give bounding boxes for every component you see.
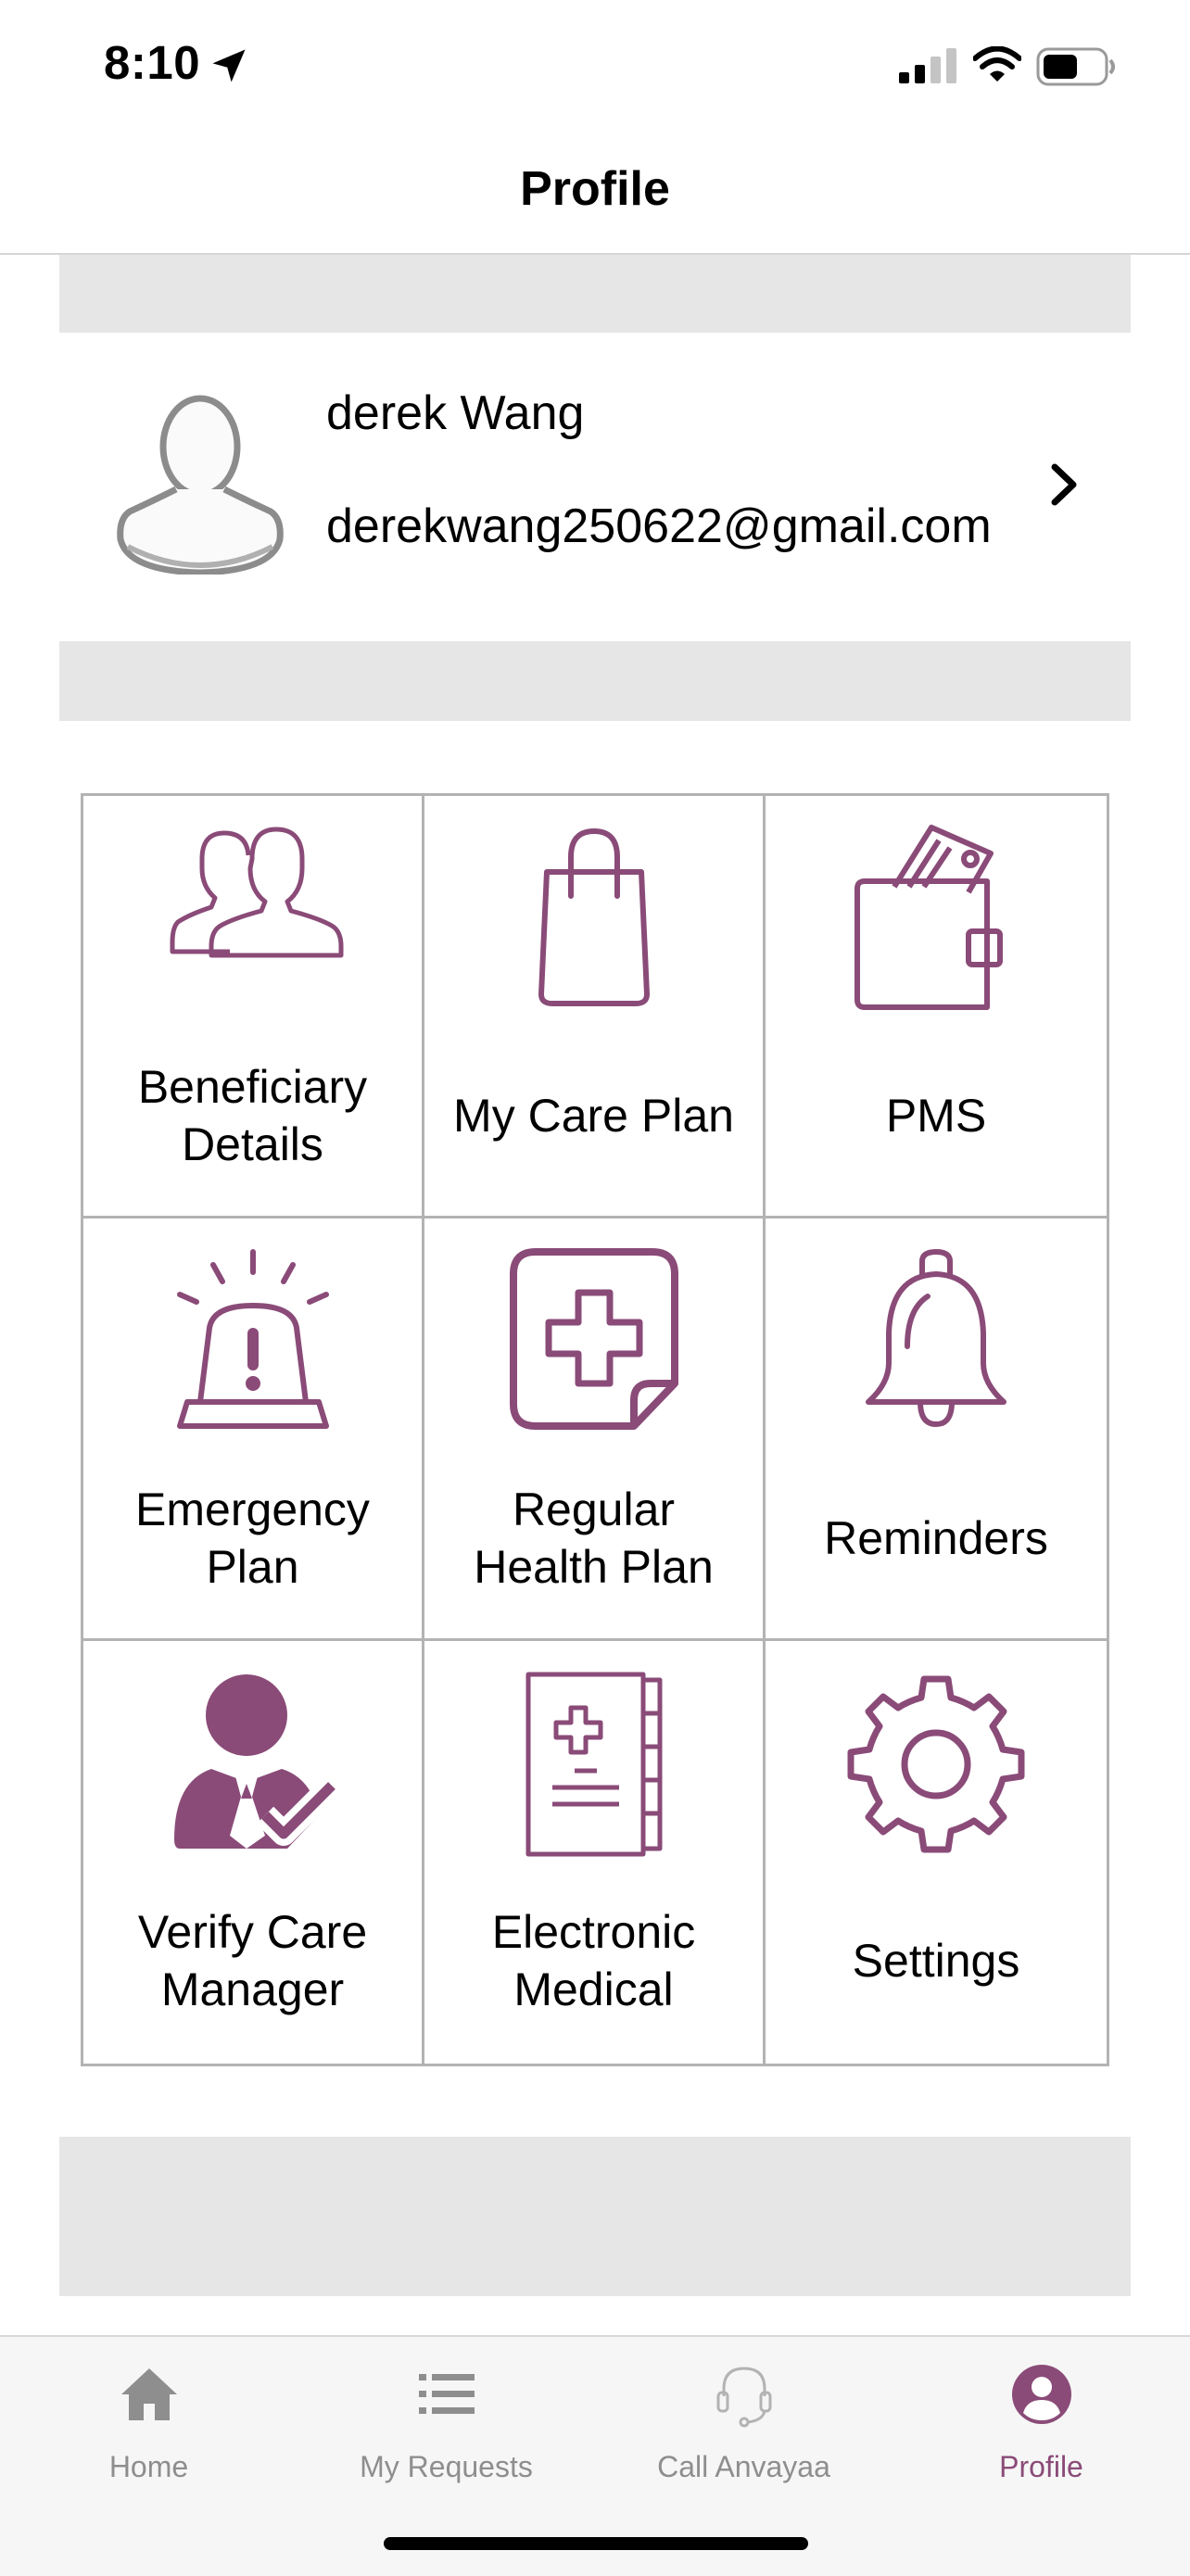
profile-icon <box>1011 2365 1071 2424</box>
chevron-right-icon[interactable] <box>1047 461 1081 508</box>
user-silhouette-icon <box>117 395 284 575</box>
tile-label: Settings <box>852 1935 1020 1987</box>
tile-label: Electronic Medical <box>491 1906 696 2015</box>
tile-label: PMS <box>885 1090 987 1142</box>
tile-settings[interactable]: Settings <box>766 1641 1107 2064</box>
tile-label: Beneficiary Details <box>137 1061 368 1170</box>
user-name: derek Wang <box>326 386 585 440</box>
tab-my-requests[interactable]: My Requests <box>298 2337 595 2513</box>
tile-my-care-plan[interactable]: My Care Plan <box>424 796 766 1219</box>
tab-profile[interactable]: Profile <box>892 2337 1190 2513</box>
section-separator <box>59 255 1131 333</box>
wallet-icon <box>855 825 1003 1010</box>
tile-label: Regular Health Plan <box>474 1484 714 1593</box>
siren-icon <box>176 1249 329 1429</box>
beneficiary-icon <box>170 827 343 958</box>
list-icon <box>418 2374 475 2414</box>
tile-reminders[interactable]: Reminders <box>766 1219 1107 1641</box>
status-bar: 8:10 <box>0 0 1190 130</box>
verified-manager-icon <box>173 1674 340 1849</box>
feature-grid: Beneficiary Details My Care Plan PMS Eme… <box>81 793 1109 2066</box>
headset-icon <box>716 2367 771 2428</box>
tile-beneficiary-details[interactable]: Beneficiary Details <box>83 796 424 1219</box>
nav-header: Profile <box>0 130 1190 255</box>
medical-plus-note-icon <box>509 1248 678 1430</box>
location-arrow-icon <box>212 49 246 82</box>
battery-icon <box>1036 47 1115 86</box>
tile-regular-health-plan[interactable]: Regular Health Plan <box>424 1219 766 1641</box>
tab-home[interactable]: Home <box>0 2337 298 2513</box>
status-time: 8:10 <box>104 36 201 89</box>
medical-record-book-icon <box>525 1672 662 1857</box>
tile-emergency-plan[interactable]: Emergency Plan <box>83 1219 424 1641</box>
tile-pms[interactable]: PMS <box>766 796 1107 1219</box>
section-separator <box>59 2137 1131 2296</box>
tile-electronic-medical[interactable]: Electronic Medical <box>424 1641 766 2064</box>
tile-label: Verify Care Manager <box>137 1906 368 2015</box>
signal-icon <box>899 48 956 83</box>
profile-card[interactable]: derek Wang derekwang250622@gmail.com <box>59 334 1131 639</box>
tile-verify-care-manager[interactable]: Verify Care Manager <box>83 1641 424 2064</box>
tab-label: Call Anvayaa <box>657 2450 830 2483</box>
user-email: derekwang250622@gmail.com <box>326 499 992 553</box>
tab-label: My Requests <box>360 2450 533 2483</box>
shopping-bag-icon <box>538 828 650 1006</box>
bell-icon <box>866 1249 1006 1427</box>
tab-label: Home <box>108 2450 189 2483</box>
tab-label: Profile <box>999 2450 1083 2483</box>
wifi-icon <box>973 46 1021 82</box>
page-title: Profile <box>520 162 670 216</box>
gear-icon <box>847 1675 1025 1853</box>
tile-label: Emergency Plan <box>135 1484 370 1593</box>
tile-label: Reminders <box>824 1512 1048 1564</box>
home-icon <box>120 2368 177 2420</box>
section-separator <box>59 641 1131 721</box>
home-indicator[interactable] <box>384 2537 808 2550</box>
tab-call-anvayaa[interactable]: Call Anvayaa <box>595 2337 892 2513</box>
tile-label: My Care Plan <box>453 1090 734 1142</box>
